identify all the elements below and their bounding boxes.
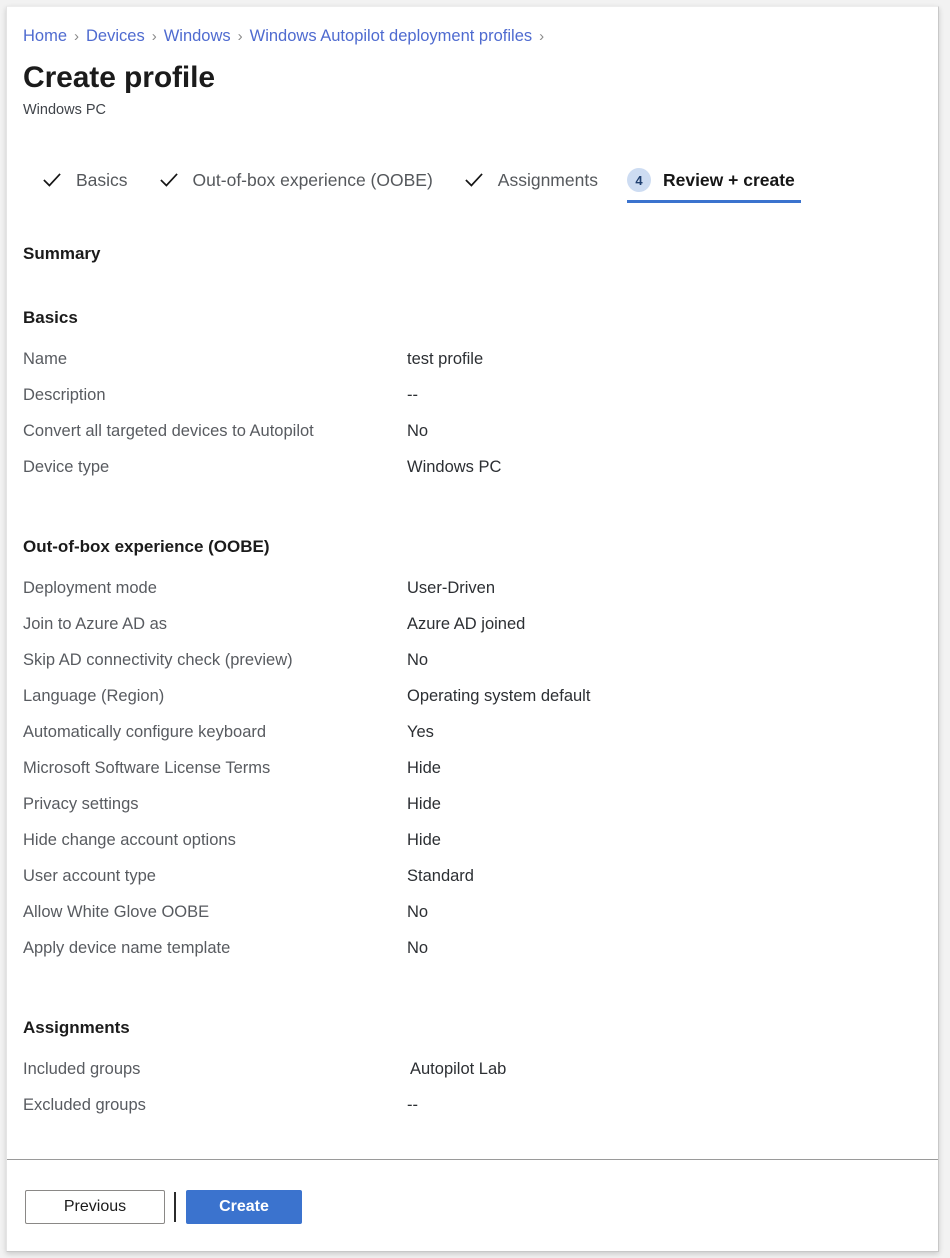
summary-row-label: Allow White Glove OOBE — [23, 901, 407, 923]
summary-row: Description-- — [23, 384, 922, 420]
summary-row: Automatically configure keyboardYes — [23, 721, 922, 757]
wizard-tab-label: Assignments — [498, 169, 598, 191]
footer-divider — [174, 1192, 176, 1222]
summary-row-value: No — [407, 901, 428, 923]
summary-row-value: Yes — [407, 721, 434, 743]
summary-row: Device typeWindows PC — [23, 456, 922, 492]
previous-button[interactable]: Previous — [25, 1190, 165, 1224]
summary-row-value: Hide — [407, 793, 441, 815]
summary-heading: Summary — [23, 243, 922, 265]
summary-row-label: User account type — [23, 865, 407, 887]
summary-row-value: Azure AD joined — [407, 613, 525, 635]
summary-row-value: No — [407, 649, 428, 671]
summary-row: Nametest profile — [23, 348, 922, 384]
summary-row: Language (Region)Operating system defaul… — [23, 685, 922, 721]
summary-row-value: -- — [407, 1094, 418, 1116]
summary-section: Out-of-box experience (OOBE) Deployment m… — [23, 536, 922, 973]
summary-row: Apply device name templateNo — [23, 937, 922, 973]
section-heading: Out-of-box experience (OOBE) — [23, 536, 922, 558]
summary-row-label: Included groups — [23, 1058, 407, 1080]
summary-row-label: Device type — [23, 456, 407, 478]
wizard-tab-3[interactable]: 4 Review + create — [626, 161, 795, 199]
summary-row: Deployment modeUser-Driven — [23, 577, 922, 613]
create-button[interactable]: Create — [186, 1190, 302, 1224]
summary-row-value: User-Driven — [407, 577, 495, 599]
wizard-tab-label: Review + create — [663, 169, 795, 191]
summary-sections: BasicsNametest profileDescription--Conve… — [23, 307, 922, 1130]
footer-actions: Previous Create — [7, 1160, 938, 1224]
breadcrumb: Home › Devices › Windows › Windows Autopilot d… — [7, 7, 938, 48]
summary-row-label: Privacy settings — [23, 793, 407, 815]
summary-row: User account typeStandard — [23, 865, 922, 901]
summary-row: Microsoft Software License TermsHide — [23, 757, 922, 793]
section-heading: Assignments — [23, 1017, 922, 1039]
summary-section: BasicsNametest profileDescription--Conve… — [23, 307, 922, 492]
section-heading: Basics — [23, 307, 922, 329]
summary-row-label: Microsoft Software License Terms — [23, 757, 407, 779]
summary-row: Allow White Glove OOBENo — [23, 901, 922, 937]
summary-row-label: Language (Region) — [23, 685, 407, 707]
summary-content: Summary BasicsNametest profileDescriptio… — [7, 243, 938, 1130]
breadcrumb-item-0[interactable]: Home — [23, 27, 67, 45]
active-tab-underline — [627, 200, 801, 203]
summary-row-label: Skip AD connectivity check (preview) — [23, 649, 407, 671]
breadcrumb-item-1[interactable]: Devices — [86, 27, 145, 45]
summary-row-label: Join to Azure AD as — [23, 613, 407, 635]
summary-row-label: Excluded groups — [23, 1094, 407, 1116]
summary-row-value: Standard — [407, 865, 474, 887]
wizard-tab-1[interactable]: Out-of-box experience (OOBE) — [156, 161, 433, 199]
breadcrumb-item-2[interactable]: Windows — [164, 27, 231, 45]
check-icon — [461, 167, 487, 193]
create-profile-blade: Home › Devices › Windows › Windows Autopilot d… — [6, 6, 939, 1252]
breadcrumb-chevron-icon: › — [238, 28, 243, 45]
summary-row-label: Description — [23, 384, 407, 406]
wizard-tab-label: Basics — [76, 169, 128, 191]
summary-row-label: Automatically configure keyboard — [23, 721, 407, 743]
summary-row-value: No — [407, 937, 428, 959]
summary-row-value: Hide — [407, 829, 441, 851]
summary-row: Privacy settingsHide — [23, 793, 922, 829]
summary-row-value: test profile — [407, 348, 483, 370]
summary-row: Included groupsAutopilot Lab — [23, 1058, 922, 1094]
step-badge-number: 4 — [627, 168, 651, 192]
summary-row: Excluded groups-- — [23, 1094, 922, 1130]
summary-section: AssignmentsIncluded groupsAutopilot LabE… — [23, 1017, 922, 1130]
summary-row: Skip AD connectivity check (preview)No — [23, 649, 922, 685]
blade-footer: Previous Create — [7, 1159, 938, 1251]
wizard-tab-2[interactable]: Assignments — [461, 161, 598, 199]
summary-row-label: Deployment mode — [23, 577, 407, 599]
check-icon — [156, 167, 182, 193]
page-title: Create profile — [23, 59, 938, 97]
summary-row: Join to Azure AD asAzure AD joined — [23, 613, 922, 649]
summary-row-label: Name — [23, 348, 407, 370]
check-icon — [39, 167, 65, 193]
wizard-tab-0[interactable]: Basics — [39, 161, 128, 199]
breadcrumb-chevron-icon: › — [539, 28, 544, 45]
wizard-tab-bar: Basics Out-of-box experience (OOBE) Assign… — [7, 161, 938, 205]
page-subtitle: Windows PC — [23, 100, 938, 120]
step-number-badge: 4 — [626, 167, 652, 193]
summary-row: Convert all targeted devices to Autopilo… — [23, 420, 922, 456]
summary-row-value: Hide — [407, 757, 441, 779]
summary-row-value: -- — [407, 384, 418, 406]
summary-row-label: Convert all targeted devices to Autopilo… — [23, 420, 407, 442]
summary-row-label: Hide change account options — [23, 829, 407, 851]
blade-content-area: Home › Devices › Windows › Windows Autopilot d… — [7, 7, 938, 1160]
summary-row: Hide change account optionsHide — [23, 829, 922, 865]
summary-row-value: Windows PC — [407, 456, 501, 478]
summary-row-value: Operating system default — [407, 685, 590, 707]
wizard-tab-label: Out-of-box experience (OOBE) — [193, 169, 433, 191]
summary-row-value: No — [407, 420, 428, 442]
screenshot-root: Home › Devices › Windows › Windows Autopilot d… — [0, 0, 950, 1258]
summary-row-label: Apply device name template — [23, 937, 407, 959]
breadcrumb-chevron-icon: › — [152, 28, 157, 45]
breadcrumb-chevron-icon: › — [74, 28, 79, 45]
summary-row-value: Autopilot Lab — [407, 1058, 506, 1080]
breadcrumb-item-3[interactable]: Windows Autopilot deployment profiles — [250, 27, 532, 45]
